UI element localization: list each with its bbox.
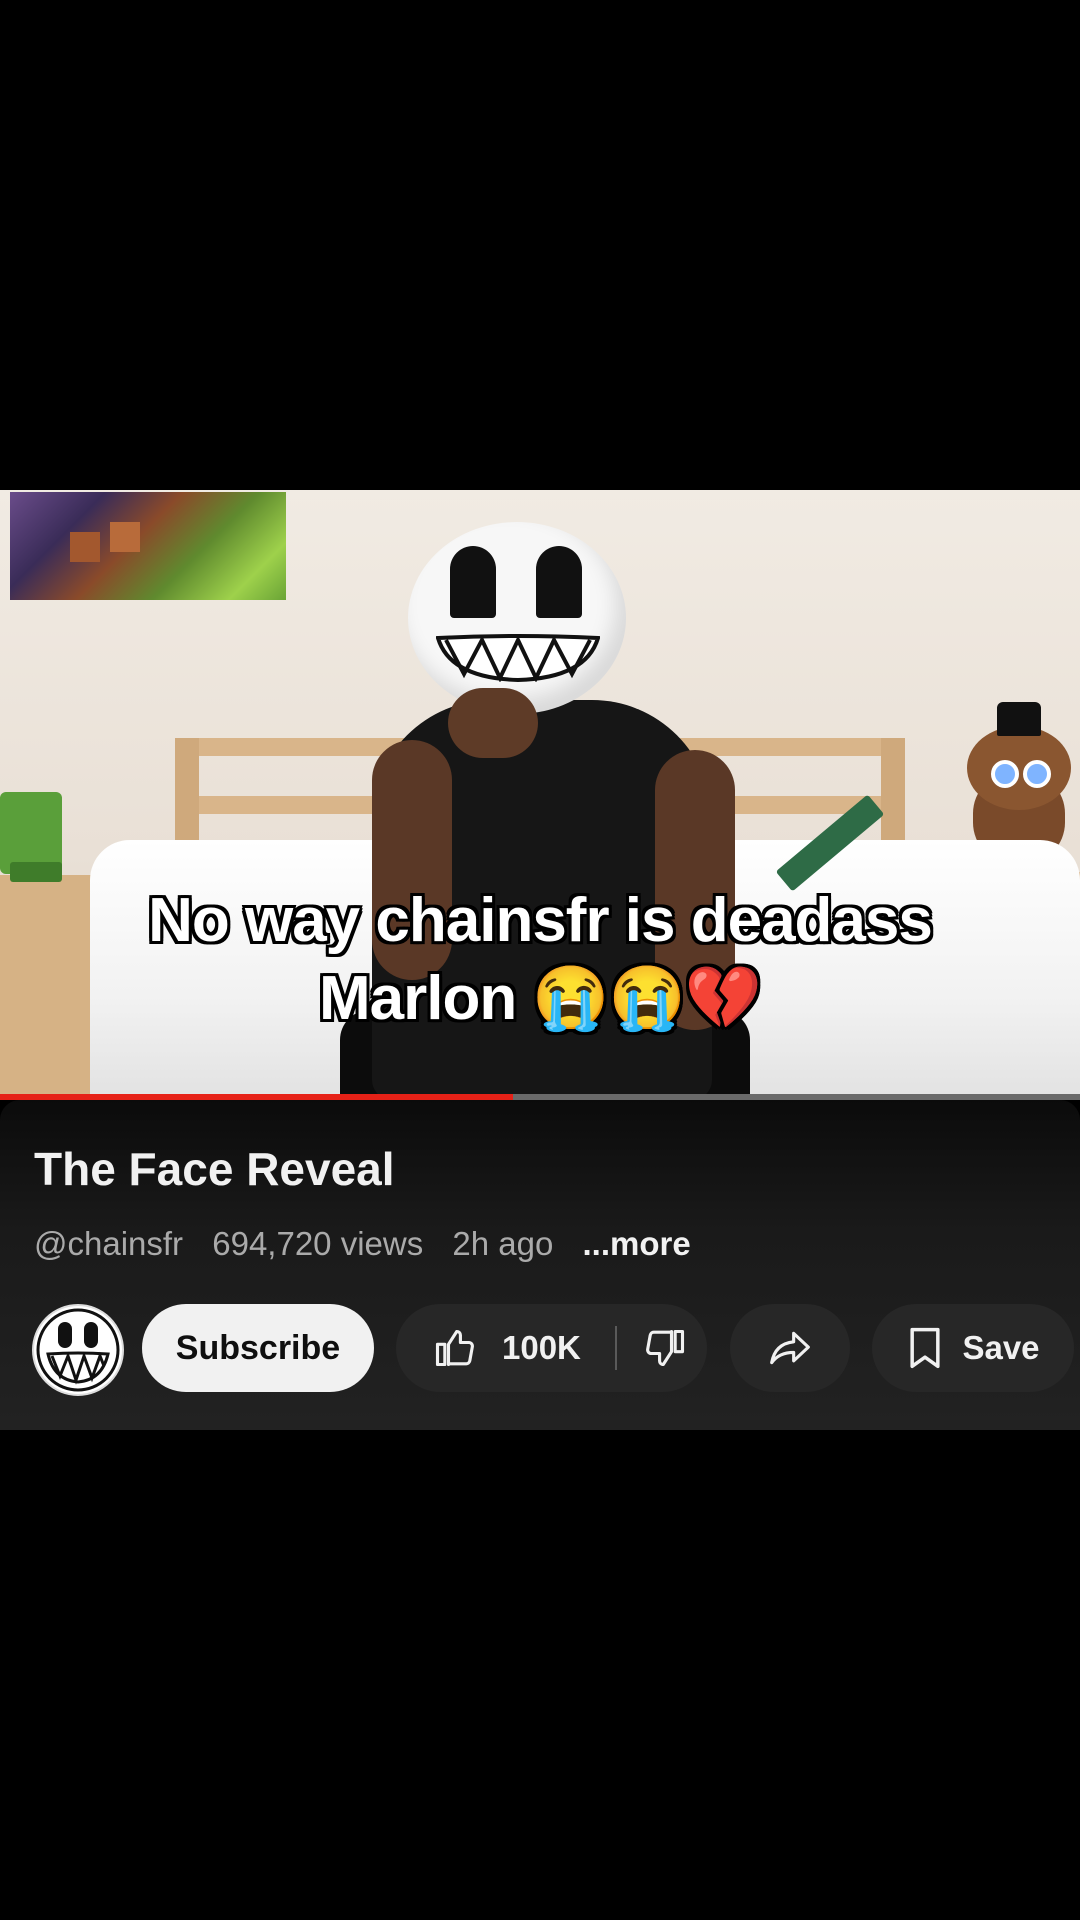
person-hand	[448, 688, 538, 758]
video-metadata[interactable]: @chainsfr 694,720 views 2h ago ...more	[34, 1225, 711, 1263]
like-divider	[615, 1326, 617, 1370]
dislike-button[interactable]	[636, 1304, 696, 1392]
clock-figure	[10, 862, 62, 882]
more-link[interactable]: ...more	[583, 1225, 691, 1262]
share-button[interactable]	[730, 1304, 850, 1392]
caption-line-2: Marlon 😭😭💔	[318, 964, 762, 1033]
mask-mouth	[436, 634, 600, 682]
channel-handle[interactable]: @chainsfr	[34, 1225, 183, 1262]
video-player[interactable]: No way chainsfr is deadass Marlon 😭😭💔	[0, 490, 1080, 1095]
video-caption: No way chainsfr is deadass Marlon 😭😭💔	[0, 882, 1080, 1038]
channel-avatar[interactable]	[32, 1304, 124, 1396]
like-dislike-group: 100K	[396, 1304, 707, 1392]
bookmark-icon	[910, 1327, 941, 1369]
upload-age: 2h ago	[452, 1225, 554, 1262]
save-label: Save	[962, 1329, 1040, 1366]
thumbs-down-icon	[646, 1329, 685, 1367]
action-bar: Subscribe 100K Save	[0, 1304, 1080, 1396]
avatar-smiley-icon	[36, 1308, 120, 1392]
save-button[interactable]: Save	[872, 1304, 1074, 1392]
share-arrow-icon	[770, 1331, 810, 1365]
caption-line-1: No way chainsfr is deadass	[148, 886, 933, 955]
subscribe-button[interactable]: Subscribe	[142, 1304, 374, 1392]
like-button[interactable]: 100K	[432, 1304, 581, 1392]
video-info-panel: The Face Reveal @chainsfr 694,720 views …	[0, 1100, 1080, 1430]
smiley-mask	[408, 522, 626, 714]
view-count: 694,720 views	[212, 1225, 424, 1262]
wall-poster	[10, 492, 286, 600]
thumbs-up-icon	[435, 1329, 474, 1367]
like-count: 100K	[502, 1329, 581, 1366]
video-title[interactable]: The Face Reveal	[34, 1142, 395, 1196]
